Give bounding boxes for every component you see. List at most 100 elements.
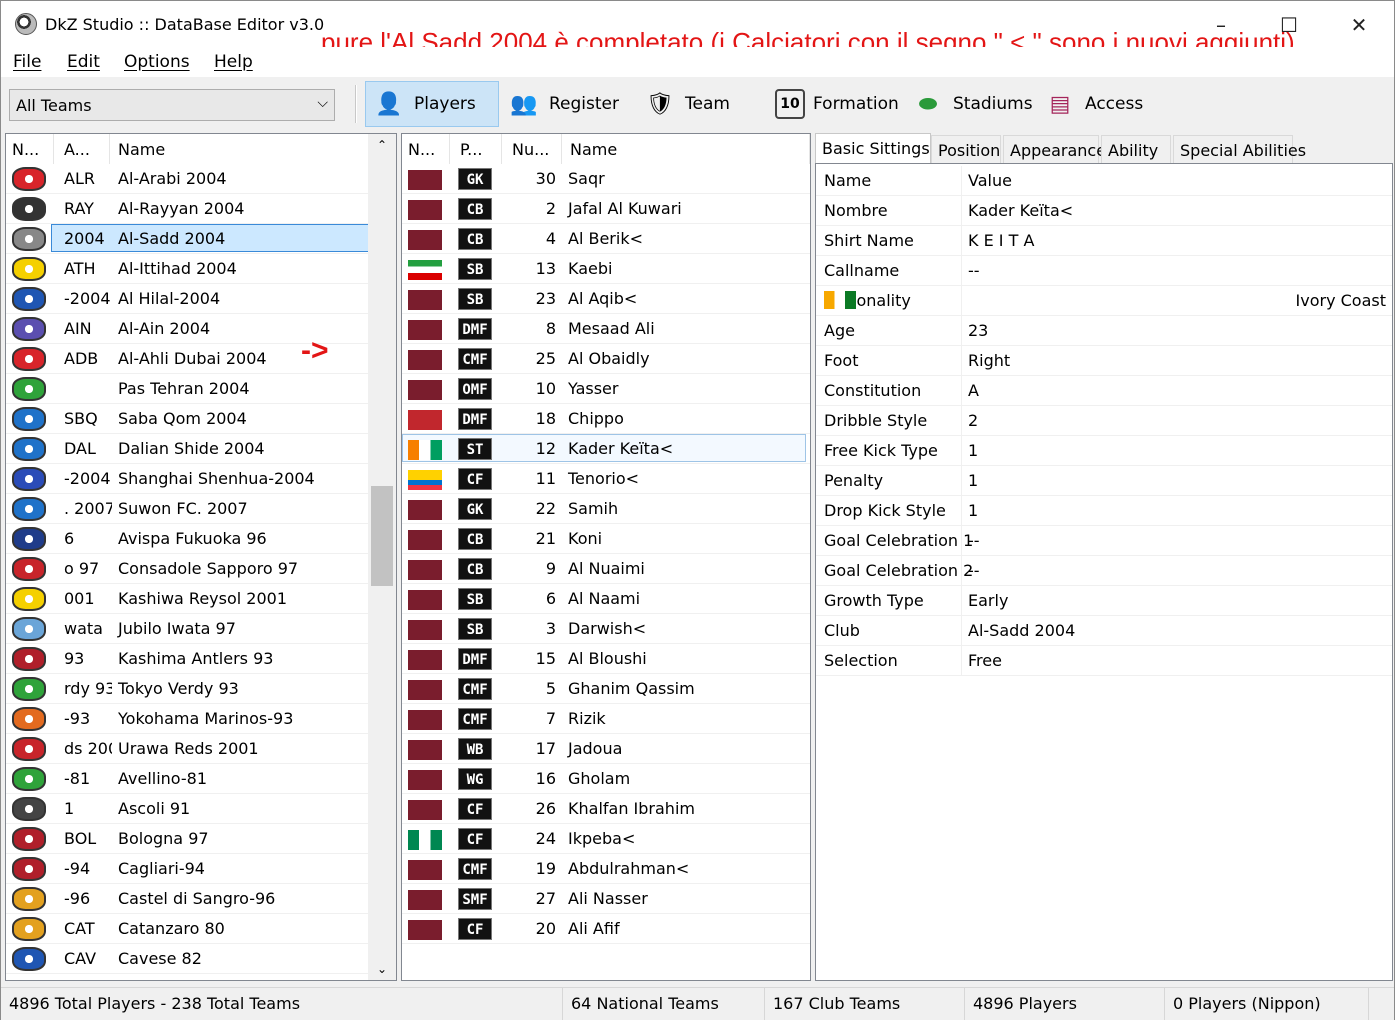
property-value[interactable]: K E I T A — [962, 226, 1392, 256]
players-col-nation[interactable]: N... — [402, 134, 450, 164]
team-row[interactable]: -2004 Al Hilal-2004 — [6, 284, 370, 314]
property-value[interactable]: 1 — [962, 496, 1392, 526]
tab-special-abilities[interactable]: Special Abilities — [1173, 135, 1306, 163]
player-row[interactable]: SMF 27 Ali Nasser — [402, 884, 810, 914]
players-col-name[interactable]: Name — [564, 134, 810, 164]
players-col-position[interactable]: P... — [454, 134, 502, 164]
team-row[interactable]: -2004 Shanghai Shenhua-2004 — [6, 464, 370, 494]
team-row[interactable]: 001 Kashiwa Reysol 2001 — [6, 584, 370, 614]
player-row[interactable]: CF 11 Tenorio< — [402, 464, 810, 494]
property-row[interactable]: Age 23 — [816, 316, 1392, 346]
menu-edit[interactable]: Edit — [67, 52, 100, 72]
team-row[interactable]: SBQ Saba Qom 2004 — [6, 404, 370, 434]
player-row[interactable]: DMF 18 Chippo — [402, 404, 810, 434]
scroll-up-icon[interactable]: ⌃ — [377, 138, 387, 152]
teams-col-abbr[interactable]: A... — [58, 134, 110, 164]
team-row[interactable]: ATH Al-Ittihad 2004 — [6, 254, 370, 284]
player-row[interactable]: SB 13 Kaebi — [402, 254, 810, 284]
property-row[interactable]: Dribble Style 2 — [816, 406, 1392, 436]
team-row[interactable]: . 2007 Suwon FC. 2007 — [6, 494, 370, 524]
property-value[interactable]: 1 — [962, 466, 1392, 496]
property-value[interactable]: 1 — [962, 436, 1392, 466]
players-col-number[interactable]: Nu... — [506, 134, 562, 164]
team-row[interactable]: -81 Avellino-81 — [6, 764, 370, 794]
player-row[interactable]: CMF 7 Rizik — [402, 704, 810, 734]
teams-col-number[interactable]: N... — [6, 134, 54, 164]
stadiums-button[interactable]: ⬬ Stadiums — [905, 81, 1033, 127]
teams-col-name[interactable]: Name — [112, 134, 370, 164]
team-row[interactable]: DAL Dalian Shide 2004 — [6, 434, 370, 464]
property-row[interactable]: Goal Celebration 1 -- — [816, 526, 1392, 556]
team-row[interactable]: CAT Catanzaro 80 — [6, 914, 370, 944]
tab-appearance[interactable]: Appearance — [1003, 135, 1106, 163]
player-row[interactable]: OMF 10 Yasser — [402, 374, 810, 404]
player-row[interactable]: GK 22 Samih — [402, 494, 810, 524]
register-button[interactable]: 👥 Register — [501, 81, 619, 127]
property-row[interactable]: Constitution A — [816, 376, 1392, 406]
team-row[interactable]: Pas Tehran 2004 — [6, 374, 370, 404]
player-row[interactable]: CF 20 Ali Afif — [402, 914, 810, 944]
property-row[interactable]: Club Al-Sadd 2004 — [816, 616, 1392, 646]
team-row[interactable]: 93 Kashima Antlers 93 — [6, 644, 370, 674]
team-filter-dropdown[interactable]: All Teams ⌵ — [9, 89, 335, 121]
team-row[interactable]: 1 Ascoli 91 — [6, 794, 370, 824]
property-value[interactable]: Al-Sadd 2004 — [962, 616, 1392, 646]
tab-basic-sittings[interactable]: Basic Sittings — [815, 133, 931, 163]
player-row[interactable]: SB 23 Al Aqib< — [402, 284, 810, 314]
player-row[interactable]: CB 21 Koni — [402, 524, 810, 554]
property-row[interactable]: Callname -- — [816, 256, 1392, 286]
team-row[interactable]: -96 Castel di Sangro-96 — [6, 884, 370, 914]
team-row[interactable]: o 97 Consadole Sapporo 97 — [6, 554, 370, 584]
property-row[interactable]: Free Kick Type 1 — [816, 436, 1392, 466]
property-row[interactable]: Penalty 1 — [816, 466, 1392, 496]
property-row[interactable]: Growth Type Early — [816, 586, 1392, 616]
formation-button[interactable]: 10 Formation — [769, 81, 899, 127]
player-row[interactable]: GK 30 Saqr — [402, 164, 810, 194]
tab-ability[interactable]: Ability — [1101, 135, 1171, 163]
player-row[interactable]: CMF 5 Ghanim Qassim — [402, 674, 810, 704]
property-value[interactable]: Right — [962, 346, 1392, 376]
property-value[interactable]: Kader Keïta< — [962, 196, 1392, 226]
property-value[interactable]: -- — [962, 256, 1392, 286]
team-row[interactable]: 2004 Al-Sadd 2004 — [6, 224, 371, 254]
property-value[interactable]: -- — [962, 556, 1392, 586]
player-row[interactable]: SB 3 Darwish< — [402, 614, 810, 644]
tab-position[interactable]: Position — [931, 135, 1001, 163]
team-row[interactable]: wata Jubilo Iwata 97 — [6, 614, 370, 644]
property-row[interactable]: Drop Kick Style 1 — [816, 496, 1392, 526]
property-row[interactable]: Shirt Name K E I T A — [816, 226, 1392, 256]
property-value[interactable]: -- — [962, 526, 1392, 556]
player-row[interactable]: CB 2 Jafal Al Kuwari — [402, 194, 810, 224]
player-row[interactable]: CF 24 Ikpeba< — [402, 824, 810, 854]
property-value[interactable]: Ivory Coast — [962, 286, 1392, 316]
maximize-button[interactable]: ☐ — [1269, 11, 1309, 39]
team-row[interactable]: -93 Yokohama Marinos-93 — [6, 704, 370, 734]
property-row[interactable]: Foot Right — [816, 346, 1392, 376]
close-button[interactable]: ✕ — [1339, 11, 1379, 39]
player-row[interactable]: CF 26 Khalfan Ibrahim — [402, 794, 810, 824]
property-row[interactable]: Selection Free — [816, 646, 1392, 676]
team-row[interactable]: CAV Cavese 82 — [6, 944, 370, 974]
property-row[interactable]: Goal Celebration 2 -- — [816, 556, 1392, 586]
property-value[interactable]: 2 — [962, 406, 1392, 436]
player-row[interactable]: CB 9 Al Nuaimi — [402, 554, 810, 584]
menu-options[interactable]: Options — [124, 52, 190, 72]
player-row[interactable]: WB 17 Jadoua — [402, 734, 810, 764]
player-row[interactable]: ST 12 Kader Keïta< — [402, 434, 810, 464]
team-row[interactable]: 6 Avispa Fukuoka 96 — [6, 524, 370, 554]
team-row[interactable]: RAY Al-Rayyan 2004 — [6, 194, 370, 224]
team-row[interactable]: BOL Bologna 97 — [6, 824, 370, 854]
property-value[interactable]: Free — [962, 646, 1392, 676]
player-row[interactable]: CMF 25 Al Obaidly — [402, 344, 810, 374]
property-value[interactable]: 23 — [962, 316, 1392, 346]
player-row[interactable]: DMF 8 Mesaad Ali — [402, 314, 810, 344]
teams-scrollbar[interactable]: ⌃ ⌄ — [368, 134, 396, 980]
player-row[interactable]: CMF 19 Abdulrahman< — [402, 854, 810, 884]
player-row[interactable]: WG 16 Gholam — [402, 764, 810, 794]
property-row[interactable]: Nationality Ivory Coast — [816, 286, 1392, 316]
scroll-down-icon[interactable]: ⌄ — [377, 962, 387, 976]
team-button[interactable]: 🛡 Team — [637, 81, 730, 127]
team-row[interactable]: -94 Cagliari-94 — [6, 854, 370, 884]
property-value[interactable]: A — [962, 376, 1392, 406]
property-value[interactable]: Early — [962, 586, 1392, 616]
